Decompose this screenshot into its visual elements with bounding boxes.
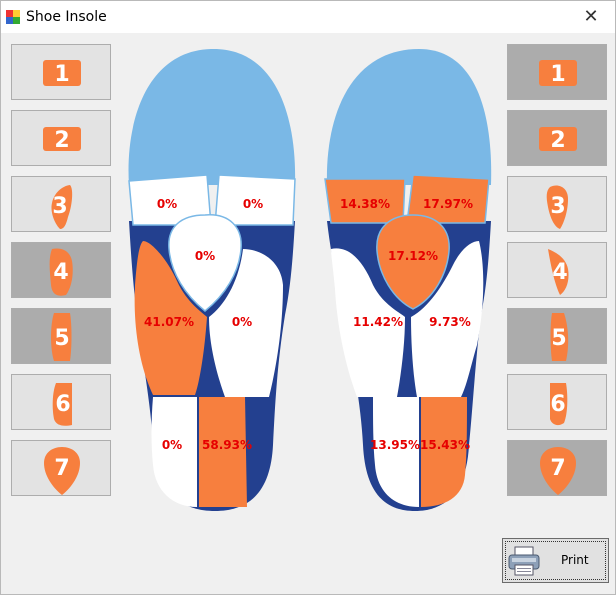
right-zone-5-percent: 9.73% <box>429 315 471 329</box>
right-zone-1-percent: 14.38% <box>340 197 390 211</box>
printer-icon <box>508 546 540 576</box>
left-zone-7[interactable] <box>199 397 247 507</box>
zone-7-icon: 7 <box>540 447 576 495</box>
zone-2-icon: 2 <box>539 127 577 153</box>
zone-2-label: 2 <box>54 128 69 153</box>
zone-3-icon: 3 <box>546 185 568 229</box>
right-zone-3-percent: 17.12% <box>388 249 438 263</box>
right-zone-4-button[interactable]: 4 <box>507 242 607 298</box>
right-zone-6-percent: 13.95% <box>370 438 420 452</box>
zone-1-label: 1 <box>550 62 565 87</box>
zone-5-icon: 5 <box>550 313 569 361</box>
zone-4-label: 4 <box>552 260 567 285</box>
zone-1-icon: 1 <box>43 60 81 87</box>
left-insole: 0% 0% 0% 41.07% 0% 0% 58.93% <box>128 48 296 511</box>
right-zone-3-button[interactable]: 3 <box>507 176 607 232</box>
left-zone-6-button[interactable]: 6 <box>11 374 111 430</box>
zone-4-icon: 4 <box>548 249 569 295</box>
right-toe-area <box>326 49 492 185</box>
left-zone-7-percent: 58.93% <box>202 438 252 452</box>
left-toe-area <box>128 48 296 186</box>
print-button[interactable]: Print <box>502 538 609 583</box>
zone-6-label: 6 <box>55 392 70 417</box>
zone-7-label: 7 <box>550 456 565 481</box>
right-insole: 14.38% 17.97% 17.12% 11.42% 9.73% 13.95%… <box>324 49 492 511</box>
right-zone-7-percent: 15.43% <box>420 438 470 452</box>
left-zone-1-percent: 0% <box>157 197 177 211</box>
left-zone-4-button[interactable]: 4 <box>11 242 111 298</box>
zone-4-icon: 4 <box>49 248 73 296</box>
right-zone-1-button[interactable]: 1 <box>507 44 607 100</box>
left-zone-5-button[interactable]: 5 <box>11 308 111 364</box>
print-label: Print <box>561 553 589 567</box>
left-zone-6[interactable] <box>151 397 198 507</box>
zone-5-icon: 5 <box>51 313 72 361</box>
zone-4-label: 4 <box>53 260 68 285</box>
app-icon <box>6 10 20 24</box>
zone-3-icon: 3 <box>51 185 73 229</box>
left-zone-2-percent: 0% <box>243 197 263 211</box>
zone-7-label: 7 <box>54 456 69 481</box>
left-zone-4-percent: 41.07% <box>144 315 194 329</box>
left-zone-7-button[interactable]: 7 <box>11 440 111 496</box>
right-zone-4-percent: 11.42% <box>353 315 403 329</box>
window-title: Shoe Insole <box>26 9 107 25</box>
close-button[interactable]: ✕ <box>568 3 614 31</box>
zone-3-label: 3 <box>550 194 565 219</box>
right-zone-2-percent: 17.97% <box>423 197 473 211</box>
right-zone-5-button[interactable]: 5 <box>507 308 607 364</box>
zone-6-icon: 6 <box>52 383 72 426</box>
zone-5-label: 5 <box>54 326 69 351</box>
zone-1-icon: 1 <box>539 60 577 87</box>
zone-5-label: 5 <box>551 326 566 351</box>
right-zone-7-button[interactable]: 7 <box>507 440 607 496</box>
zone-2-label: 2 <box>550 128 565 153</box>
right-zone-7[interactable] <box>421 397 467 507</box>
zone-6-label: 6 <box>550 392 565 417</box>
left-zone-5-percent: 0% <box>232 315 252 329</box>
title-bar: Shoe Insole ✕ <box>1 1 615 33</box>
right-zone-2-button[interactable]: 2 <box>507 110 607 166</box>
zone-1-label: 1 <box>54 62 69 87</box>
left-zone-2-button[interactable]: 2 <box>11 110 111 166</box>
zone-2-icon: 2 <box>43 127 81 153</box>
zone-7-icon: 7 <box>44 447 80 495</box>
left-zone-3-button[interactable]: 3 <box>11 176 111 232</box>
left-zone-6-percent: 0% <box>162 438 182 452</box>
left-zone-1-button[interactable]: 1 <box>11 44 111 100</box>
shoe-insole-window: Shoe Insole ✕ 1 2 3 4 5 6 7 1 2 3 4 5 6 … <box>0 0 616 595</box>
left-zone-3-percent: 0% <box>195 249 215 263</box>
right-zone-6-button[interactable]: 6 <box>507 374 607 430</box>
zone-3-label: 3 <box>52 194 67 219</box>
zone-6-icon: 6 <box>550 383 568 426</box>
